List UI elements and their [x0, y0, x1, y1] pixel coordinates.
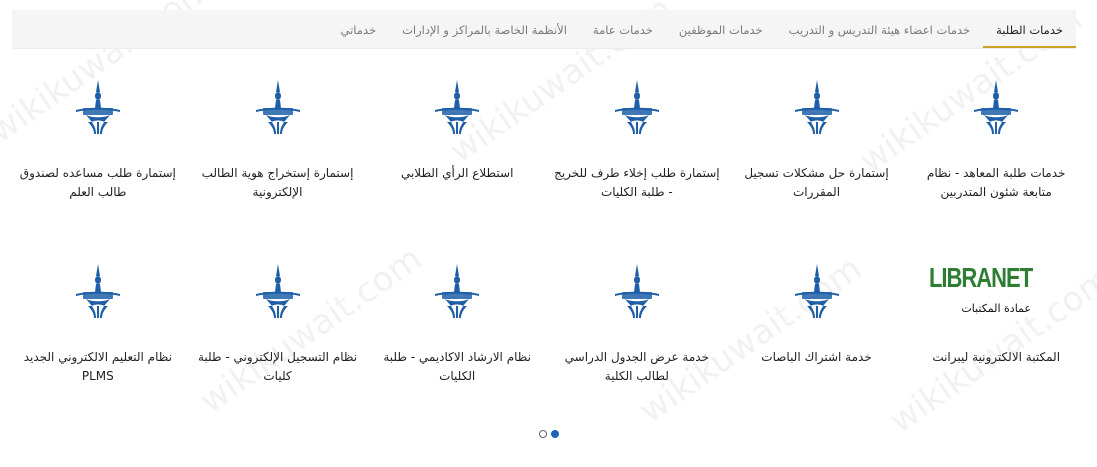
paaet-logo-icon — [367, 70, 547, 142]
carousel-dot-page-2[interactable] — [550, 430, 559, 438]
paaet-logo-icon — [547, 254, 727, 326]
service-card-registration-problems[interactable]: إستمارة حل مشكلات تسجيل المقررات — [727, 60, 907, 244]
carousel-dot-page-1[interactable] — [538, 430, 547, 438]
service-label: المكتبة الالكترونية ليبرانت — [932, 350, 1061, 364]
services-tab-bar: خدمات الطلبة خدمات اعضاء هيئة التدريس و … — [12, 10, 1076, 49]
service-label: إستمارة طلب مساعده لصندوق طالب العلم — [19, 166, 176, 199]
service-label: خدمات طلبة المعاهد - نظام متابعة شئون ال… — [926, 166, 1066, 199]
libranet-logo-text: LIBRANET — [928, 261, 1033, 293]
service-label: نظام التسجيل الإلكتروني - طلبة كليات — [197, 350, 358, 383]
service-label: استطلاع الرأي الطلابي — [400, 166, 514, 180]
service-card-institutes-trainees[interactable]: خدمات طلبة المعاهد - نظام متابعة شئون ال… — [906, 60, 1086, 244]
paaet-logo-icon — [727, 254, 907, 326]
service-card-class-schedule[interactable]: خدمة عرض الجدول الدراسي لطالب الكلية — [547, 244, 727, 428]
paaet-logo-icon — [188, 70, 368, 142]
service-label: إستمارة طلب إخلاء طرف للخريج - طلبة الكل… — [554, 166, 720, 199]
carousel-pagination — [0, 430, 1097, 438]
service-card-student-fund[interactable]: إستمارة طلب مساعده لصندوق طالب العلم — [8, 60, 188, 244]
service-card-graduate-clearance[interactable]: إستمارة طلب إخلاء طرف للخريج - طلبة الكل… — [547, 60, 727, 244]
service-card-libranet[interactable]: LIBRANET عمادة المكتبات المكتبة الالكترو… — [906, 244, 1086, 428]
service-card-online-registration[interactable]: نظام التسجيل الإلكتروني - طلبة كليات — [188, 244, 368, 428]
service-card-student-id[interactable]: إستمارة إستخراج هوية الطالب الإلكترونية — [188, 60, 368, 244]
services-grid: خدمات طلبة المعاهد - نظام متابعة شئون ال… — [8, 60, 1086, 428]
tab-general-services[interactable]: خدمات عامة — [580, 10, 666, 48]
tab-student-services[interactable]: خدمات الطلبة — [983, 10, 1076, 48]
service-label: خدمة عرض الجدول الدراسي لطالب الكلية — [564, 350, 709, 383]
service-label: إستمارة حل مشكلات تسجيل المقررات — [744, 166, 889, 199]
service-card-academic-advising[interactable]: نظام الارشاد الاكاديمي - طلبة الكليات — [367, 244, 547, 428]
tab-my-services[interactable]: خدماتي — [328, 10, 390, 48]
service-label: خدمة اشتراك الباصات — [761, 350, 872, 364]
service-card-bus-subscription[interactable]: خدمة اشتراك الباصات — [727, 244, 907, 428]
service-card-student-survey[interactable]: استطلاع الرأي الطلابي — [367, 60, 547, 244]
paaet-logo-icon — [188, 254, 368, 326]
libranet-logo-icon: LIBRANET عمادة المكتبات — [906, 254, 1086, 326]
tab-center-systems[interactable]: الأنظمة الخاصة بالمراكز و الإدارات — [389, 10, 580, 48]
paaet-logo-icon — [8, 70, 188, 142]
service-card-plms[interactable]: نظام التعليم الالكتروني الجديد PLMS — [8, 244, 188, 428]
service-label: إستمارة إستخراج هوية الطالب الإلكترونية — [201, 166, 354, 199]
paaet-logo-icon — [367, 254, 547, 326]
libranet-logo-subtext: عمادة المكتبات — [961, 302, 1031, 315]
tab-employee-services[interactable]: خدمات الموظفين — [666, 10, 776, 48]
paaet-logo-icon — [906, 70, 1086, 142]
paaet-logo-icon — [727, 70, 907, 142]
paaet-logo-icon — [8, 254, 188, 326]
service-label: نظام التعليم الالكتروني الجديد PLMS — [23, 350, 172, 383]
tab-faculty-services[interactable]: خدمات اعضاء هيئة التدريس و التدريب — [776, 10, 983, 48]
paaet-logo-icon — [547, 70, 727, 142]
service-label: نظام الارشاد الاكاديمي - طلبة الكليات — [383, 350, 531, 383]
